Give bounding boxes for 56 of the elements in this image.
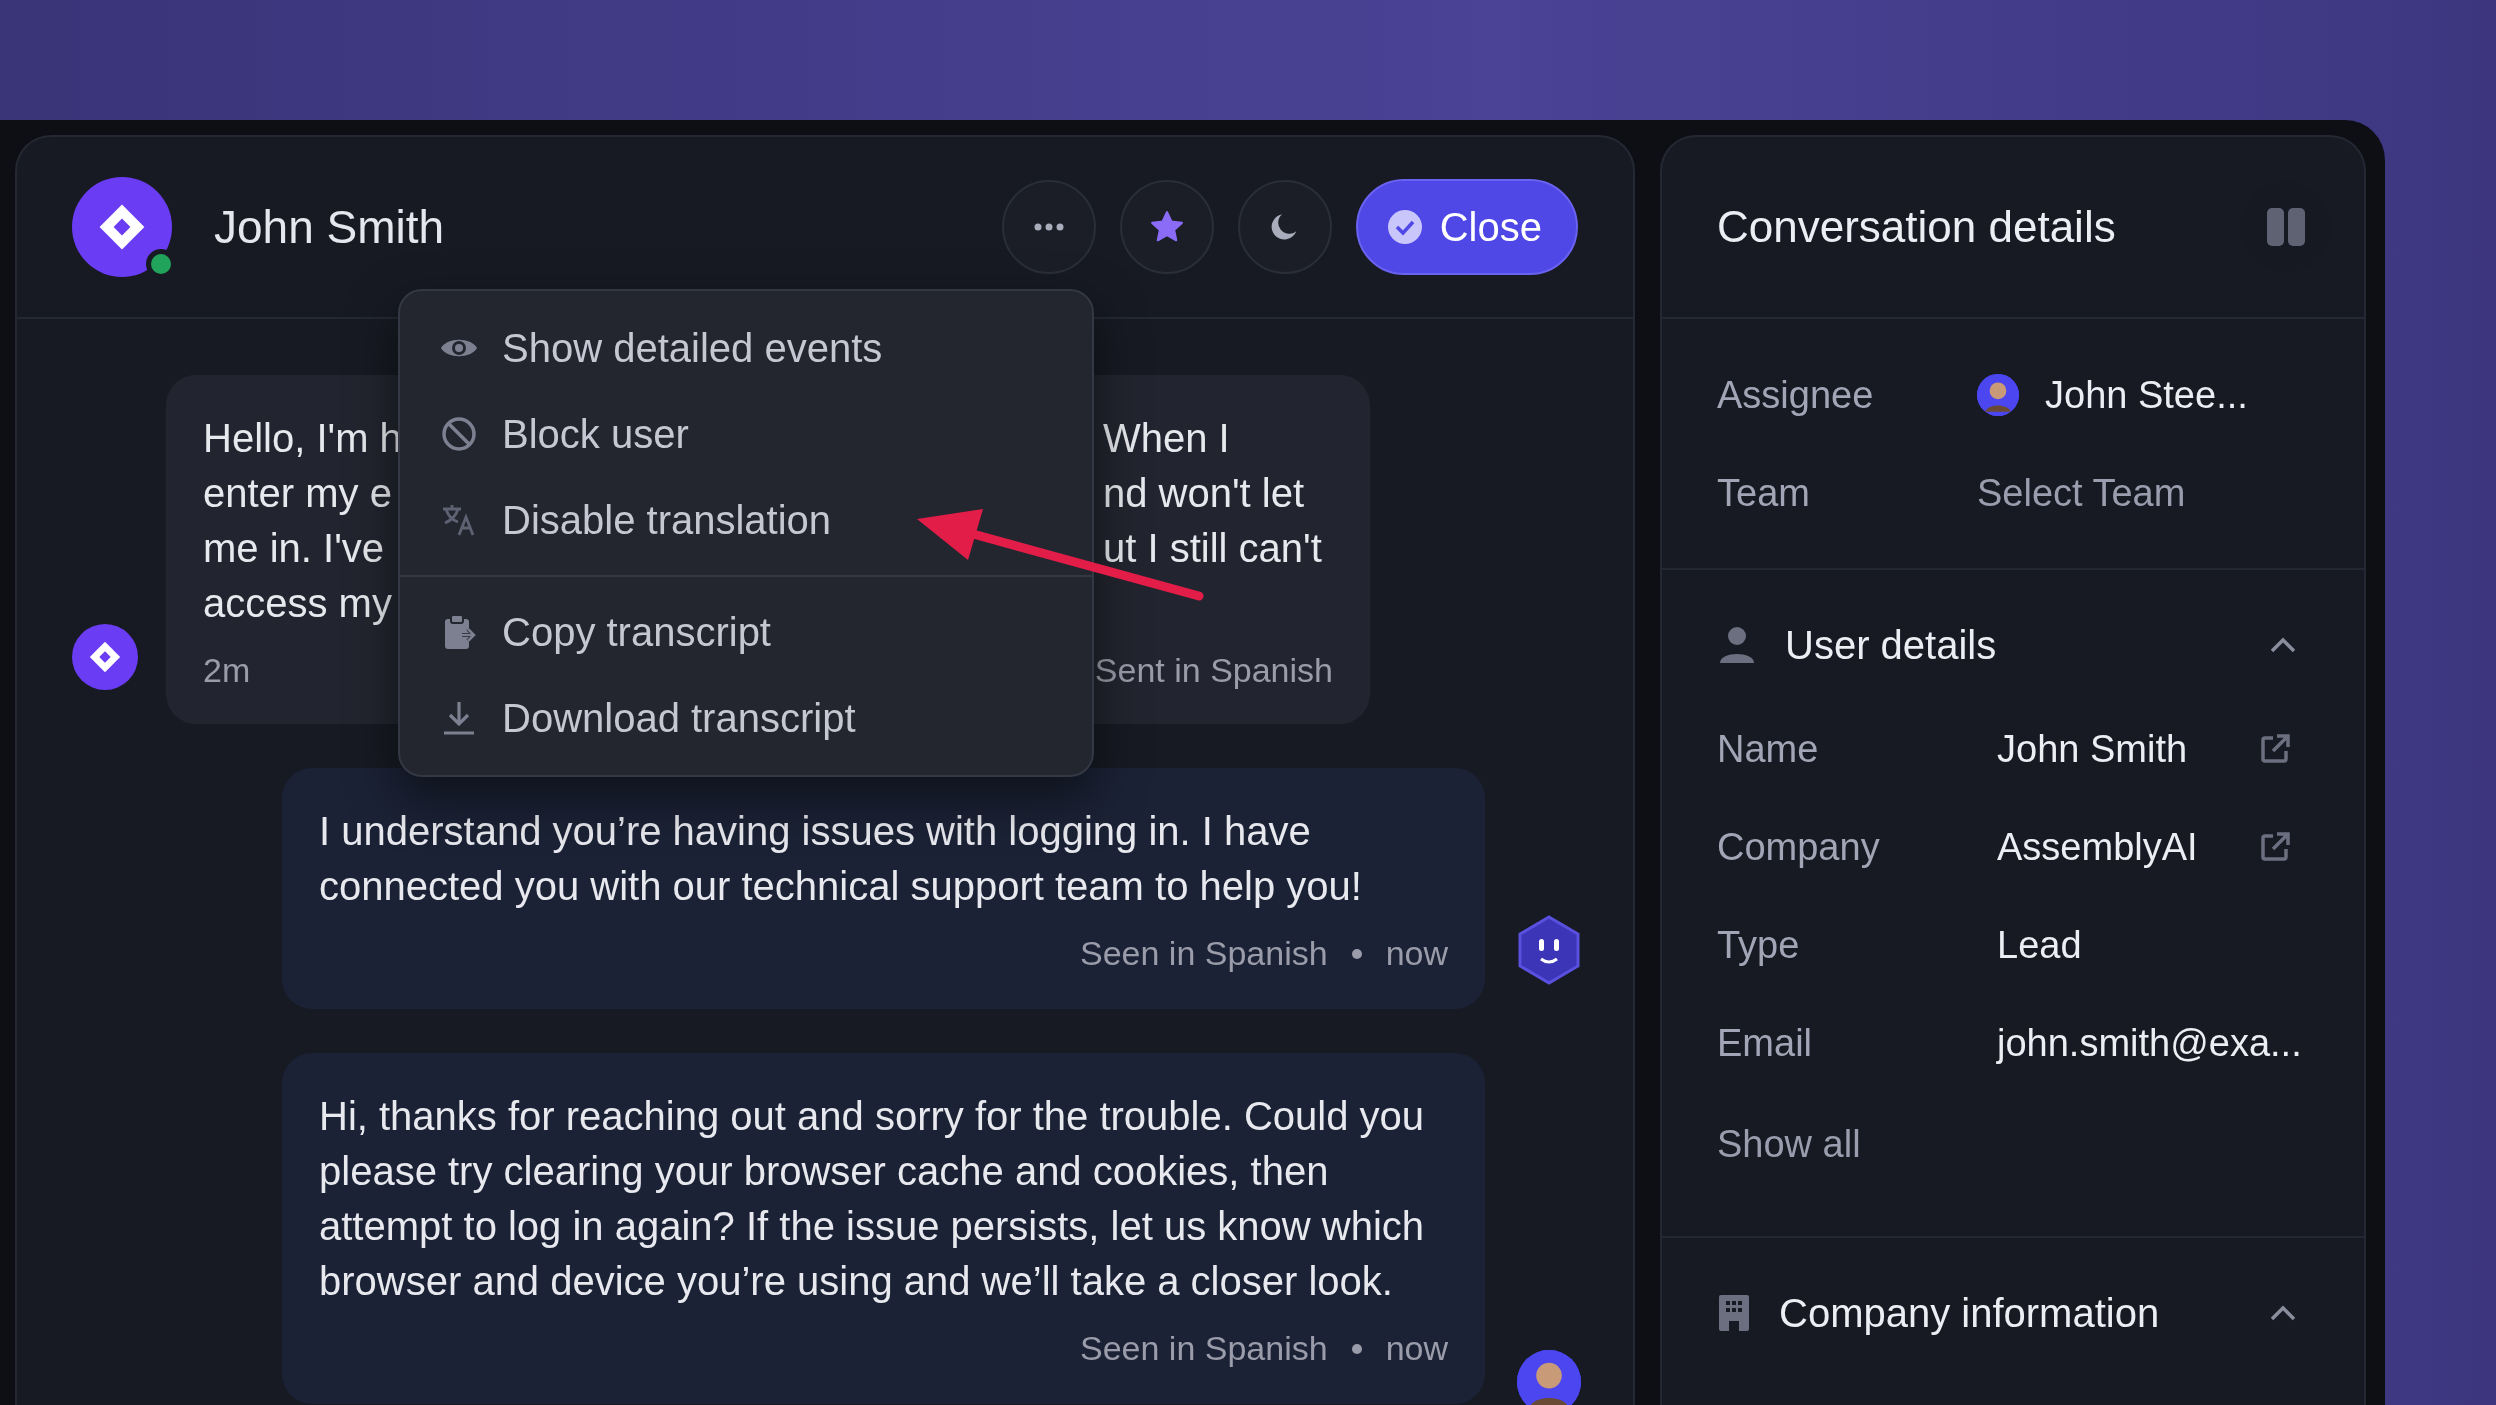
field-value: john.smith@exa... [1997, 1020, 2302, 1066]
external-link-icon[interactable] [2259, 733, 2291, 765]
field-label: Type [1717, 922, 1801, 968]
message-time: 2m [203, 650, 251, 691]
message-text: When I [1103, 415, 1230, 462]
message-time: now [1385, 933, 1448, 974]
building-icon [1717, 1293, 1751, 1333]
field-value[interactable]: John Stee... [2045, 366, 2248, 424]
show-all-link[interactable]: Show all [1717, 1115, 1861, 1173]
menu-item[interactable]: Disable translation [400, 477, 1092, 563]
team-select[interactable]: Select Team [1977, 464, 2186, 522]
bot-avatar [1517, 915, 1581, 985]
field-value: AssemblyAI [1997, 824, 2198, 870]
ban-icon [441, 416, 477, 452]
star-icon [1148, 210, 1185, 244]
split-panel-icon [2267, 208, 2305, 246]
menu-item[interactable]: Block user [400, 391, 1092, 477]
person-icon [1717, 625, 1757, 665]
menu-item[interactable]: Download transcript [400, 675, 1092, 761]
assignee-avatar [1977, 374, 2019, 416]
message-text: me in. I've [203, 525, 385, 572]
clipboard-icon [442, 613, 476, 651]
field-label: Company [1717, 824, 1881, 870]
message-text: access my [203, 580, 392, 627]
panel-title: Conversation details [1717, 201, 2116, 253]
section-title: User details [1785, 622, 1997, 669]
separator-dot [1351, 948, 1362, 959]
message-text: nd won't let [1103, 470, 1305, 517]
field-label: Email [1717, 1020, 1814, 1066]
menu-item[interactable]: Show detailed events [400, 305, 1092, 391]
check-circle-icon [1385, 208, 1424, 246]
translation-status: Seen in Spanish [1080, 1328, 1328, 1369]
message-text: ut I still can't [1103, 525, 1322, 572]
translate-icon [441, 503, 477, 537]
field-value: Lead [1997, 922, 2082, 968]
field-value: John Smith [1997, 726, 2188, 772]
collapse-chevron[interactable] [2269, 1304, 2297, 1322]
field-label: Name [1717, 726, 1820, 772]
contact-name: John Smith [214, 199, 445, 255]
section-title: Company information [1779, 1290, 2160, 1337]
separator-dot [1351, 1343, 1362, 1354]
collapse-chevron[interactable] [2269, 636, 2297, 654]
message-time: now [1385, 1328, 1448, 1369]
external-link-icon[interactable] [2259, 831, 2291, 863]
message-text: enter my e [203, 470, 392, 517]
message-text: I understand you’re having issues with logging in. I have connected you with our technical support team to help you! [319, 808, 1363, 910]
menu-item[interactable]: Copy transcript [400, 589, 1092, 675]
download-icon [442, 700, 476, 736]
translation-status: Sent in Spanish [1094, 650, 1333, 691]
close-button[interactable]: Close [1355, 179, 1578, 275]
agent-avatar [1517, 1350, 1581, 1405]
dots-icon [1033, 223, 1064, 231]
field-label: Team [1717, 470, 1811, 516]
message-text: Hi, thanks for reaching out and sorry for the trouble. Could you please try clearing your browser cache and cookies, then attempt to log in again? If the issue persists, let us know which browser and device you’re using and we’ll take a closer look. [319, 1093, 1426, 1305]
translation-status: Seen in Spanish [1080, 933, 1328, 974]
field-label: Assignee [1717, 372, 1875, 418]
